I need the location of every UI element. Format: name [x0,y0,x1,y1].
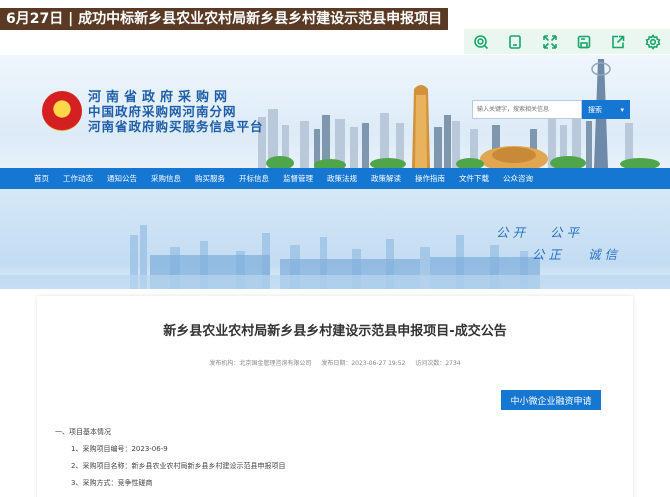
search-button-label: 搜索 [588,105,602,114]
article-title: 新乡县农业农村局新乡县乡村建设示范县申报项目-成交公告 [163,324,507,339]
chevron-down-icon: ▾ [620,105,624,114]
national-emblem-logo [42,91,82,131]
nav-item-procurement[interactable]: 采购信息 [151,173,181,184]
slogan-gongzheng: 公正 [532,247,566,262]
expand-icon[interactable] [539,31,561,53]
search-icon[interactable] [470,31,492,53]
slogan-gongping: 公平 [550,225,584,240]
site-name-primary: 河南省政府采购网 [88,90,233,105]
site-names: 河南省政府采购网 中国政府采购网河南分网 河南省政府购买服务信息平台 [88,91,264,135]
financing-apply-button[interactable]: 中小微企业融资申请 [501,390,601,410]
site-name-secondary: 中国政府采购网河南分网 [88,104,237,119]
headline-banner: 6月27日 | 成功中标新乡县农业农村局新乡县乡村建设示范县申报项目 [0,8,449,30]
nav-item-notices[interactable]: 通知公告 [107,173,137,184]
list-item: 1、采购项目编号：2023-06-9 [71,445,168,453]
share-icon[interactable] [607,31,629,53]
nav-item-consult[interactable]: 公众咨询 [503,173,533,184]
copy-icon[interactable] [504,31,526,53]
settings-icon[interactable] [642,31,664,53]
nav-item-guide[interactable]: 操作指南 [415,173,445,184]
slogan-banner: 公开 公平 公正 诚信 [0,189,670,289]
search-bar: 搜索 ▾ [472,100,630,119]
slogan-chengxin: 诚信 [588,247,622,262]
search-button[interactable]: 搜索 ▾ [582,100,630,119]
save-icon[interactable] [573,31,595,53]
nav-item-work-news[interactable]: 工作动态 [63,173,93,184]
article-card: 新乡县农业农村局新乡县乡村建设示范县申报项目-成交公告 发布机构：北京国金管理咨… [37,296,633,497]
article-views: 访问次数：2734 [415,360,461,367]
nav-item-regulations[interactable]: 政策法规 [327,173,357,184]
list-item: 3、采购方式：竞争性磋商 [71,479,153,487]
article-meta: 发布机构：北京国金管理咨询有限公司 发布日期：2023-06-27 19:52 … [37,358,633,367]
nav-item-policy[interactable]: 政策解读 [371,173,401,184]
article-publisher: 发布机构：北京国金管理咨询有限公司 [209,360,312,367]
nav-item-bid-opening[interactable]: 开标信息 [239,173,269,184]
nav-item-supervision[interactable]: 监督管理 [283,173,313,184]
main-nav: 首页 工作动态 通知公告 采购信息 购买服务 开标信息 监督管理 政策法规 政策… [0,168,670,189]
nav-item-home[interactable]: 首页 [34,173,49,184]
article-date: 发布日期：2023-06-27 19:52 [321,360,406,367]
section-title: 一、项目基本情况 [55,428,111,436]
nav-item-downloads[interactable]: 文件下载 [459,173,489,184]
slogan-gongkai: 公开 [496,225,530,240]
site-name-tertiary: 河南省政府购买服务信息平台 [88,118,264,134]
search-input[interactable] [472,100,582,119]
list-item: 2、采购项目名称：新乡县农业农村局新乡县乡村建设示范县申报项目 [71,462,286,470]
nav-item-services[interactable]: 购买服务 [195,173,225,184]
toolbar [464,29,670,54]
